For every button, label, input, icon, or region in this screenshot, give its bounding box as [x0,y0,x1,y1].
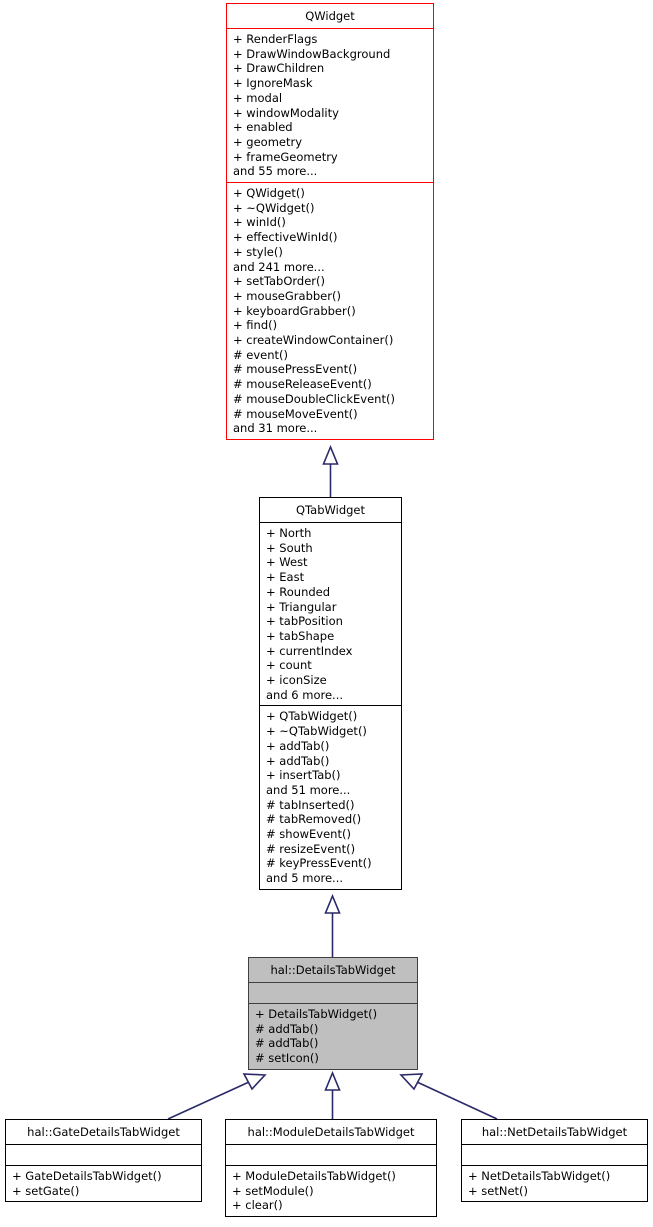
class-attributes-gatedetailstabwidget [6,1145,201,1166]
class-title-netdetailstabwidget: hal::NetDetailsTabWidget [462,1120,647,1145]
method-item: # mouseMoveEvent() [233,406,358,421]
edge-detailstabwidget-to-qtabwidget [324,893,341,957]
class-methods-qwidget: + QWidget() + ~QWidget() + winId() + eff… [227,183,433,439]
method-item: + effectiveWinId() [233,230,338,245]
attribute-item: + iconSize [266,673,327,688]
method-item: + ~QWidget() [233,200,315,215]
method-item: # mouseReleaseEvent() [233,377,372,392]
method-item: + QTabWidget() [266,709,358,724]
attribute-item: + East [266,570,305,585]
attribute-item: + modal [233,90,283,105]
method-item: + ~QTabWidget() [266,724,367,739]
attribute-item: + count [266,658,312,673]
attribute-item: + tabShape [266,628,335,643]
method-item: # addTab() [255,1036,319,1051]
class-title-gatedetailstabwidget: hal::GateDetailsTabWidget [6,1120,201,1145]
class-attributes-moduledetailstabwidget [226,1145,436,1166]
attribute-item: + windowModality [233,105,339,120]
method-item: # resizeEvent() [266,841,356,856]
method-item: # showEvent() [266,827,351,842]
method-item: + find() [233,318,278,333]
class-title-qwidget: QWidget [227,4,433,29]
method-item: # tabRemoved() [266,812,362,827]
class-methods-netdetailstabwidget: + NetDetailsTabWidget() + setNet() [462,1166,647,1201]
attribute-item: + tabPosition [266,614,343,629]
method-item: + setTabOrder() [233,274,325,289]
method-item: + addTab() [266,753,330,768]
attribute-item: + North [266,526,312,540]
class-box-gatedetailstabwidget[interactable]: hal::GateDetailsTabWidget + GateDetailsT… [5,1119,202,1203]
method-overflow-note: and 51 more... [266,782,351,797]
method-item: # mousePressEvent() [233,362,358,377]
method-item: # keyPressEvent() [266,856,372,871]
method-item: # tabInserted() [266,797,355,812]
method-item: # setIcon() [255,1051,319,1066]
attribute-item: + West [266,555,308,570]
class-title-moduledetailstabwidget: hal::ModuleDetailsTabWidget [226,1120,436,1145]
class-box-qtabwidget[interactable]: QTabWidget + North + South + West + East… [259,497,402,890]
edge-netdetailstabwidget-to-detailstabwidget [399,1073,498,1120]
method-item: + DetailsTabWidget() [255,1007,378,1021]
class-attributes-netdetailstabwidget [462,1145,647,1166]
edge-moduledetailstabwidget-to-detailstabwidget [324,1070,341,1119]
attribute-item: + frameGeometry [233,149,338,164]
method-item: + style() [233,244,283,259]
uml-class-diagram: QWidget + RenderFlags + DrawWindowBackgr… [0,0,653,1227]
edge-gatedetailstabwidget-to-detailstabwidget [167,1073,267,1120]
method-item: + winId() [233,215,286,230]
attribute-item: + geometry [233,134,303,149]
method-item: # event() [233,347,289,362]
attribute-item: + currentIndex [266,643,353,658]
method-item: + clear() [232,1198,283,1213]
attribute-item: + Rounded [266,584,331,599]
method-overflow-note: and 241 more... [233,259,325,274]
method-item: # addTab() [255,1021,319,1036]
attribute-overflow-note: and 6 more... [266,687,344,702]
class-box-moduledetailstabwidget[interactable]: hal::ModuleDetailsTabWidget + ModuleDeta… [225,1119,437,1218]
method-item: + NetDetailsTabWidget() [468,1169,611,1183]
method-item: + insertTab() [266,768,341,783]
method-item: + setNet() [468,1183,529,1198]
method-item: + ModuleDetailsTabWidget() [232,1169,396,1183]
class-box-qwidget[interactable]: QWidget + RenderFlags + DrawWindowBackgr… [226,3,434,440]
method-item: + mouseGrabber() [233,288,341,303]
attribute-item: + DrawWindowBackground [233,46,391,61]
attribute-item: + RenderFlags [233,32,318,46]
edge-qtabwidget-to-qwidget [322,444,339,497]
class-methods-moduledetailstabwidget: + ModuleDetailsTabWidget() + setModule()… [226,1166,436,1216]
method-item: + addTab() [266,738,330,753]
method-item: + setModule() [232,1183,314,1198]
attribute-item: + DrawChildren [233,61,325,76]
method-item: # mouseDoubleClickEvent() [233,391,395,406]
method-item: + GateDetailsTabWidget() [12,1169,162,1183]
class-title-detailstabwidget: hal::DetailsTabWidget [249,958,417,983]
method-item: + createWindowContainer() [233,333,394,348]
method-item: + setGate() [12,1183,80,1198]
attribute-overflow-note: and 55 more... [233,164,318,179]
method-overflow-note: and 31 more... [233,421,318,436]
method-overflow-note: and 5 more... [266,871,344,886]
class-box-netdetailstabwidget[interactable]: hal::NetDetailsTabWidget + NetDetailsTab… [461,1119,648,1203]
class-methods-qtabwidget: + QTabWidget() + ~QTabWidget() + addTab(… [260,706,401,888]
class-box-detailstabwidget[interactable]: hal::DetailsTabWidget + DetailsTabWidget… [248,957,418,1070]
class-attributes-qtabwidget: + North + South + West + East + Rounded … [260,523,401,707]
attribute-item: + enabled [233,120,293,135]
class-title-qtabwidget: QTabWidget [260,498,401,523]
class-attributes-qwidget: + RenderFlags + DrawWindowBackground + D… [227,29,433,184]
attribute-item: + South [266,540,313,555]
class-attributes-detailstabwidget [249,983,417,1004]
attribute-item: + IgnoreMask [233,76,313,91]
method-item: + QWidget() [233,186,305,201]
method-item: + keyboardGrabber() [233,303,356,318]
class-methods-detailstabwidget: + DetailsTabWidget() # addTab() # addTab… [249,1004,417,1069]
attribute-item: + Triangular [266,599,337,614]
class-methods-gatedetailstabwidget: + GateDetailsTabWidget() + setGate() [6,1166,201,1201]
